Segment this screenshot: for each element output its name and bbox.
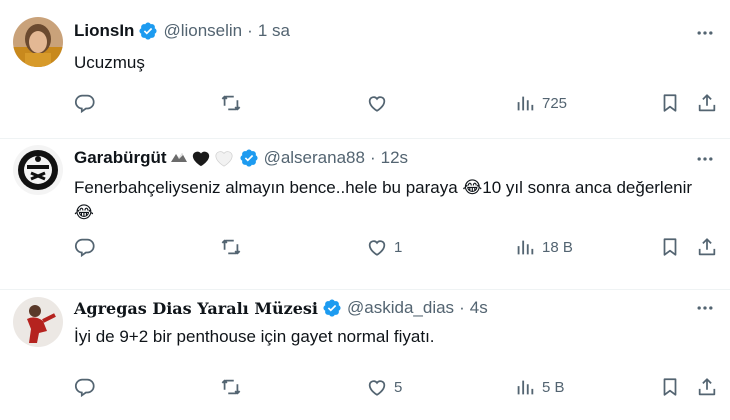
views-icon [517, 380, 534, 395]
display-name[interactable]: Agregas Dias Yaralı Müzesi [74, 299, 318, 318]
reply-button[interactable] [74, 376, 102, 398]
display-name[interactable]: LionsIn [74, 21, 134, 41]
reply-button[interactable] [74, 92, 102, 114]
views-button[interactable]: 725 [514, 92, 567, 114]
separator-dot: · [247, 21, 253, 40]
retweet-button[interactable] [220, 376, 248, 398]
avatar[interactable] [13, 297, 63, 347]
view-count: 18 B [542, 238, 573, 256]
retweet-button[interactable] [220, 236, 248, 258]
share-button[interactable] [696, 376, 718, 398]
like-button[interactable]: 1 [366, 236, 402, 258]
more-icon[interactable] [694, 148, 716, 170]
user-handle[interactable]: @lionselin [163, 21, 242, 41]
like-count: 5 [394, 378, 403, 396]
view-count: 5 B [542, 378, 565, 396]
tweet-text: Fenerbahçeliyseniz almayın bence..hele b… [74, 178, 693, 222]
like-count: 1 [394, 238, 403, 256]
verified-badge-icon [323, 299, 341, 317]
bookmark-button[interactable] [659, 92, 681, 114]
share-button[interactable] [696, 92, 718, 114]
separator-dot: · [369, 148, 376, 167]
user-handle[interactable]: @alserana88 [264, 148, 365, 168]
avatar[interactable] [13, 17, 63, 67]
user-handle[interactable]: @askida_dias [347, 298, 454, 318]
tweet-header: Garabürgüt @alserana88 · 12s [74, 148, 670, 168]
like-button[interactable] [366, 92, 394, 114]
tweet-feed: LionsIn @lionselin · 1 sa Ucuzmuş 725 Ga… [0, 0, 730, 420]
bookmark-icon [663, 94, 677, 112]
verified-badge-icon [240, 149, 258, 167]
more-icon[interactable] [694, 22, 716, 44]
tweet-actions: 725 [74, 92, 730, 114]
reply-icon [74, 378, 95, 398]
retweet-icon [221, 379, 241, 395]
bookmark-button[interactable] [659, 236, 681, 258]
verified-badge-icon [139, 22, 157, 40]
retweet-icon [221, 95, 241, 111]
tweet[interactable]: Garabürgüt @alserana88 · 12s Fenerbahçel… [0, 139, 730, 290]
like-icon [368, 380, 386, 396]
tweet[interactable]: Agregas Dias Yaralı Müzesi @askida_dias … [0, 290, 730, 420]
views-button[interactable]: 18 B [514, 236, 573, 258]
tweet[interactable]: LionsIn @lionselin · 1 sa Ucuzmuş 725 [0, 0, 730, 139]
like-icon [368, 240, 386, 256]
tweet-header: Agregas Dias Yaralı Müzesi @askida_dias … [74, 298, 670, 318]
white-heart-icon [215, 151, 233, 167]
avatar[interactable] [13, 145, 63, 195]
timestamp[interactable]: 4s [470, 298, 488, 318]
reply-icon [74, 238, 95, 258]
share-icon [698, 238, 716, 256]
timestamp[interactable]: 12s [381, 148, 408, 168]
tweet-text: Ucuzmuş [74, 53, 145, 72]
bookmark-icon [663, 238, 677, 256]
timestamp[interactable]: 1 sa [258, 21, 290, 41]
views-button[interactable]: 5 B [514, 376, 565, 398]
share-icon [698, 378, 716, 396]
tweet-actions: 5 5 B [74, 376, 730, 398]
more-icon[interactable] [694, 297, 716, 319]
tweet-actions: 1 18 B [74, 236, 730, 258]
display-name[interactable]: Garabürgüt [74, 148, 167, 168]
reply-button[interactable] [74, 236, 102, 258]
reply-icon [74, 94, 95, 114]
separator-dot: · [459, 298, 465, 317]
like-icon [368, 96, 386, 112]
like-button[interactable]: 5 [366, 376, 402, 398]
black-heart-icon [192, 151, 209, 167]
share-button[interactable] [696, 236, 718, 258]
name-emojis [169, 148, 235, 168]
bookmark-button[interactable] [659, 376, 681, 398]
views-icon [517, 96, 534, 111]
tweet-text: İyi de 9+2 bir penthouse için gayet norm… [74, 327, 435, 346]
views-icon [517, 240, 534, 255]
share-icon [698, 94, 716, 112]
view-count: 725 [542, 94, 568, 112]
tweet-header: LionsIn @lionselin · 1 sa [74, 21, 670, 41]
bookmark-icon [663, 378, 677, 396]
eagle-emoji-icon [170, 153, 187, 162]
retweet-icon [221, 239, 241, 255]
retweet-button[interactable] [220, 92, 248, 114]
